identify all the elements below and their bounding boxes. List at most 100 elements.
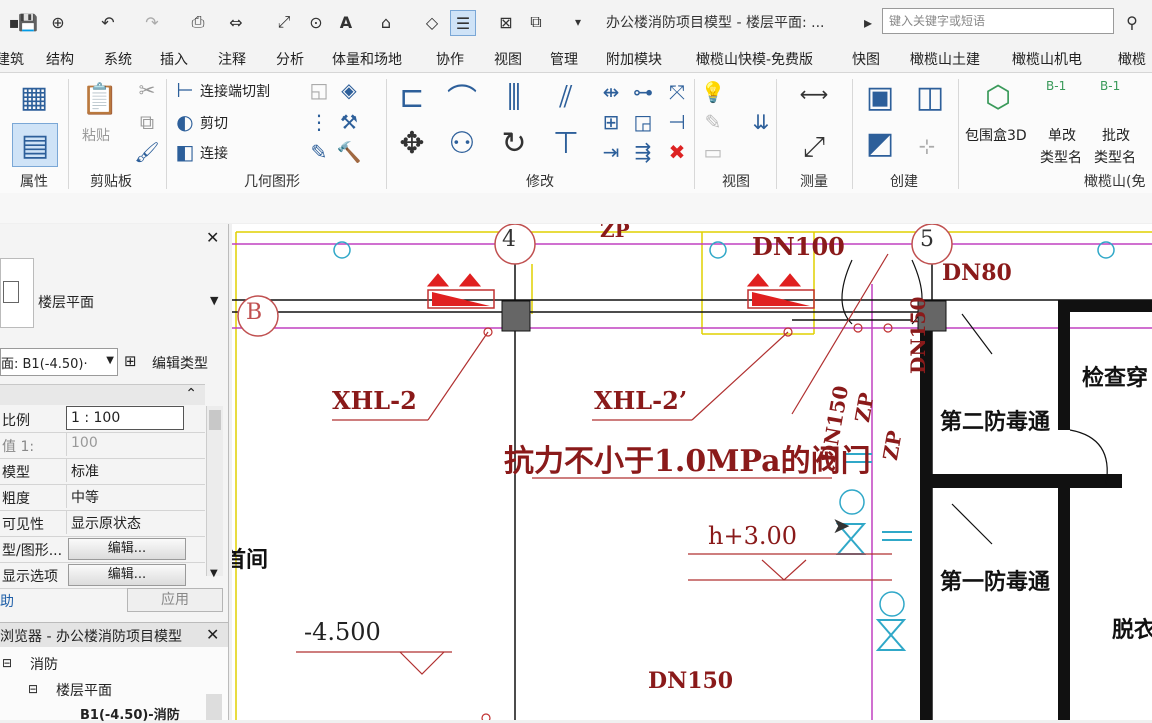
align-dimension-icon[interactable]: ⤢: [272, 10, 296, 34]
pipe-label[interactable]: DN150: [648, 668, 733, 694]
rename-type-single-line1[interactable]: 单改: [1048, 125, 1076, 145]
pin-icon[interactable]: ⊣: [664, 109, 690, 135]
split-gap-icon[interactable]: ⊶: [630, 79, 656, 105]
drawing-canvas[interactable]: 4 5 B ZP DN100 DN80 DN150 DN150 ZP ZP DN…: [232, 224, 1152, 720]
collapse-node-icon[interactable]: ⊟: [2, 656, 12, 670]
create-group-icon[interactable]: ▣: [860, 77, 900, 117]
trim-extend-icon[interactable]: ⊤: [546, 123, 586, 163]
mirror-draw-icon[interactable]: ⫽: [546, 77, 586, 117]
valve-note[interactable]: 抗力不小于1.0MPa的阀门: [504, 436, 871, 480]
3d-view-icon[interactable]: ⌂: [374, 10, 398, 34]
rotate-icon[interactable]: ↻: [494, 123, 534, 163]
linework-icon[interactable]: ▭: [700, 139, 726, 165]
scale-input[interactable]: 1 : 100: [66, 406, 184, 430]
cut-join-ends-button[interactable]: 连接端切割: [200, 81, 270, 101]
edit-display-options-button[interactable]: 编辑...: [68, 564, 186, 586]
bbox3d-icon[interactable]: ⬡: [978, 77, 1018, 117]
rename-type-batch-line2[interactable]: 类型名: [1094, 147, 1136, 167]
type-selector[interactable]: 楼层平面: [38, 292, 94, 312]
paste-icon[interactable]: 📋: [80, 79, 120, 119]
tab-view[interactable]: 视图: [494, 49, 522, 69]
apply-button[interactable]: 应用: [127, 588, 223, 612]
pipe-label[interactable]: DN150: [906, 297, 930, 374]
edit-graphics-button[interactable]: 编辑...: [68, 538, 186, 560]
tab-quickview[interactable]: 快图: [852, 49, 880, 69]
collapse-node-icon[interactable]: ⊟: [28, 682, 38, 696]
redo-icon[interactable]: ↷: [140, 10, 164, 34]
bbox3d-button[interactable]: 包围盒3D: [965, 125, 1027, 145]
thin-lines-icon[interactable]: ☰: [450, 10, 476, 36]
scale-icon[interactable]: ◲: [630, 109, 656, 135]
switch-windows-icon[interactable]: ⧉: [524, 10, 548, 34]
tab-olive-more[interactable]: 橄榄: [1118, 49, 1146, 69]
close-hidden-icon[interactable]: ⊠: [494, 10, 518, 34]
delete-icon[interactable]: ✖: [664, 139, 690, 165]
paint-icon[interactable]: ◈: [336, 77, 362, 103]
mirror-axis-icon[interactable]: ⫼: [494, 77, 534, 117]
tree-item[interactable]: 消防: [30, 654, 58, 674]
tab-architecture[interactable]: 建筑: [0, 49, 24, 69]
print-icon[interactable]: ⎙: [186, 10, 210, 34]
browser-scrollbar[interactable]: [206, 694, 222, 720]
properties-help-link[interactable]: 助: [0, 591, 14, 611]
trim-single-icon[interactable]: ⇥: [598, 139, 624, 165]
cut-icon[interactable]: ✂: [134, 77, 160, 103]
rename-type-batch-line1[interactable]: 批改: [1102, 125, 1130, 145]
cut-join-ends-icon[interactable]: ⊢: [172, 77, 198, 103]
room-label[interactable]: 脱衣: [1112, 612, 1152, 644]
split-face-icon[interactable]: ⋮: [306, 109, 332, 135]
pipe-elevation[interactable]: h+3.00: [708, 522, 797, 550]
tab-insert[interactable]: 插入: [160, 49, 188, 69]
view-filter-select[interactable]: 面: B1(-4.50)· ▼: [0, 348, 118, 376]
aligned-dimension-icon[interactable]: ⤢: [794, 129, 834, 165]
search-input[interactable]: 键入关键字或短语: [882, 8, 1114, 34]
property-value[interactable]: 显示原状态: [66, 510, 184, 534]
room-label[interactable]: 第一防毒通: [940, 564, 1050, 596]
hydrant-tag[interactable]: XHL-2: [332, 386, 417, 415]
undo-icon[interactable]: ↶: [96, 10, 120, 34]
tab-structure[interactable]: 结构: [46, 49, 74, 69]
align-icon[interactable]: ⊏: [392, 77, 432, 117]
hammer-icon[interactable]: 🔨: [336, 139, 362, 165]
room-label[interactable]: 检查穿: [1082, 360, 1148, 392]
offset-icon[interactable]: ⌒: [442, 77, 482, 118]
create-similar-icon[interactable]: ⊹: [914, 133, 940, 159]
scroll-down-icon[interactable]: ▼: [210, 568, 218, 579]
pipe-label[interactable]: ZP: [878, 429, 907, 462]
search-expand-icon[interactable]: ▸: [856, 10, 880, 34]
properties-icon[interactable]: ▤: [12, 123, 58, 167]
copy-icon[interactable]: ⧉: [134, 109, 160, 135]
cut-geometry-button[interactable]: 剪切: [200, 113, 228, 133]
join-geometry-icon[interactable]: ◧: [172, 139, 198, 165]
override-graphics-icon[interactable]: ✎: [700, 109, 726, 135]
tab-olive-civil[interactable]: 橄榄山土建: [910, 49, 980, 69]
demolish-icon[interactable]: ⚒: [336, 109, 362, 135]
sync-icon[interactable]: ⊕: [46, 10, 70, 34]
cut-geometry-icon[interactable]: ◐: [172, 109, 198, 135]
tab-olive-mep[interactable]: 橄榄山机电: [1012, 49, 1082, 69]
pipe-label[interactable]: DN80: [942, 260, 1012, 286]
measure-icon[interactable]: ⇔: [224, 10, 248, 34]
tab-collaborate[interactable]: 协作: [436, 49, 464, 69]
room-label[interactable]: 首间: [232, 542, 268, 574]
grid-label-4[interactable]: 4: [502, 227, 516, 252]
tab-massing-site[interactable]: 体量和场地: [332, 49, 402, 69]
unpin-icon[interactable]: ⤧: [664, 79, 690, 105]
create-assembly-icon[interactable]: ◩: [860, 123, 900, 163]
customize-qat-icon[interactable]: ▾: [566, 10, 590, 34]
collapse-icon[interactable]: ⌃: [185, 386, 197, 402]
chevron-down-icon[interactable]: ▼: [210, 294, 218, 307]
pipe-label[interactable]: ZP: [600, 224, 630, 242]
edit-type-button[interactable]: 编辑类型: [152, 353, 208, 373]
split-element-icon[interactable]: ⇹: [598, 79, 624, 105]
tree-item[interactable]: 楼层平面: [56, 680, 112, 700]
save-icon[interactable]: 💾: [16, 10, 40, 34]
section-icon[interactable]: ◇: [420, 10, 444, 34]
close-icon[interactable]: ✕: [206, 228, 219, 247]
grid-label-5[interactable]: 5: [920, 227, 934, 252]
wall-join-icon[interactable]: ◱: [306, 77, 332, 103]
type-properties-icon[interactable]: ▦: [14, 77, 54, 117]
tab-manage[interactable]: 管理: [550, 49, 578, 69]
edit-type-icon[interactable]: ⊞: [124, 352, 137, 370]
room-label[interactable]: 第二防毒通: [940, 404, 1050, 436]
